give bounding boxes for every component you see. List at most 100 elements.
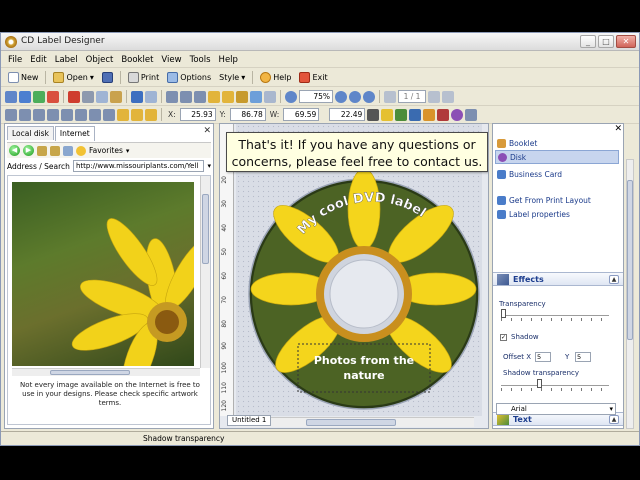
shape-tool-icon[interactable] — [47, 90, 59, 103]
line-color-icon[interactable] — [409, 108, 422, 121]
redo-icon[interactable] — [145, 90, 157, 103]
group-icon[interactable] — [250, 90, 262, 103]
delete-icon[interactable] — [68, 90, 80, 103]
menu-tools[interactable]: Tools — [187, 55, 214, 65]
copy-icon[interactable] — [96, 90, 108, 103]
align-bottom-icon[interactable] — [33, 108, 45, 121]
menu-help[interactable]: Help — [216, 55, 241, 65]
menu-booklet[interactable]: Booklet — [118, 55, 156, 65]
collapse-icon[interactable]: ▲ — [609, 415, 619, 424]
photo-caption-line-1[interactable]: Photos from the — [314, 354, 414, 367]
menu-object[interactable]: Object — [83, 55, 117, 65]
document-tab[interactable]: Untitled 1 — [227, 415, 272, 426]
h-field[interactable]: 22.49 — [329, 108, 366, 121]
label-properties-link[interactable]: Label properties — [495, 207, 619, 221]
lock-icon[interactable] — [236, 90, 248, 103]
maximize-button[interactable]: □ — [598, 35, 614, 48]
align-left-icon[interactable] — [166, 90, 178, 103]
collapse-icon[interactable]: ▲ — [609, 275, 619, 284]
zoom-in-icon[interactable] — [285, 90, 297, 103]
cut-icon[interactable] — [82, 90, 94, 103]
send-back-icon[interactable] — [222, 90, 234, 103]
grid-icon[interactable] — [264, 90, 276, 103]
flower-photo[interactable] — [12, 182, 194, 366]
back-icon[interactable]: ◀ — [9, 145, 20, 156]
image-tool-icon[interactable] — [33, 90, 45, 103]
rotate-icon[interactable] — [75, 108, 87, 121]
image-icon[interactable] — [63, 145, 73, 156]
photo-caption-line-2[interactable]: nature — [343, 369, 384, 382]
offset-y-spinner[interactable]: 5 — [575, 352, 591, 362]
transparency-slider[interactable] — [501, 309, 609, 321]
get-from-print-layout-link[interactable]: Get From Print Layout — [495, 193, 619, 207]
lock-ratio-icon[interactable] — [367, 108, 380, 121]
offset-x-spinner[interactable]: 5 — [535, 352, 551, 362]
menu-view[interactable]: View — [158, 55, 184, 65]
last-page-icon[interactable] — [442, 90, 454, 103]
settings-icon[interactable] — [465, 108, 478, 121]
menu-file[interactable]: File — [5, 55, 25, 65]
menu-label[interactable]: Label — [52, 55, 81, 65]
x-field[interactable]: 25.93 — [179, 108, 216, 121]
distribute-icon[interactable] — [47, 108, 59, 121]
zoom-out-icon[interactable] — [335, 90, 347, 103]
save-button[interactable] — [99, 70, 116, 85]
shadow-transparency-slider[interactable] — [501, 379, 609, 391]
zoom-field[interactable]: 75% — [299, 90, 333, 103]
shadow-checkbox[interactable]: ✓ — [500, 334, 507, 341]
border-icon[interactable] — [131, 108, 143, 121]
effects-icon[interactable] — [437, 108, 450, 121]
text-color-icon[interactable] — [395, 108, 408, 121]
color-icon[interactable] — [117, 108, 129, 121]
tab-local-disk[interactable]: Local disk — [7, 126, 54, 140]
browser-vscroll[interactable] — [200, 176, 210, 368]
close-button[interactable]: ✕ — [616, 35, 636, 48]
text-tool-icon[interactable] — [19, 90, 31, 103]
undo-icon[interactable] — [131, 90, 143, 103]
browser-hscroll[interactable] — [12, 368, 200, 376]
canvas-hscroll[interactable] — [236, 417, 474, 427]
align-right-icon[interactable] — [194, 90, 206, 103]
first-page-icon[interactable] — [384, 90, 396, 103]
stop-icon[interactable] — [37, 145, 47, 156]
arrange-icon[interactable] — [103, 108, 115, 121]
layers-icon[interactable] — [89, 108, 101, 121]
effects-header[interactable]: Effects ▲ — [493, 272, 623, 286]
open-button[interactable]: Open ▾ — [50, 70, 96, 85]
exit-button[interactable]: Exit — [296, 70, 330, 85]
close-icon[interactable]: ✕ — [203, 126, 211, 136]
next-page-icon[interactable] — [428, 90, 440, 103]
page-field[interactable]: 1 / 1 — [398, 90, 426, 103]
tab-internet[interactable]: Internet — [54, 126, 95, 141]
list-item-booklet[interactable]: Booklet — [495, 136, 619, 150]
flip-icon[interactable] — [61, 108, 73, 121]
shadow-icon[interactable] — [145, 108, 157, 121]
paste-icon[interactable] — [110, 90, 122, 103]
print-button[interactable]: Print — [125, 70, 162, 85]
close-icon[interactable]: ✕ — [614, 124, 622, 134]
new-button[interactable]: New — [5, 70, 41, 85]
fill-color-icon[interactable] — [381, 108, 394, 121]
bring-front-icon[interactable] — [208, 90, 220, 103]
help-button[interactable]: Help — [257, 70, 294, 85]
chevron-down-icon[interactable]: ▾ — [207, 162, 211, 170]
zoom-fit-icon[interactable] — [349, 90, 361, 103]
favorites-menu[interactable]: Favorites — [89, 146, 123, 155]
minimize-button[interactable]: _ — [580, 35, 596, 48]
right-panel-scrollbar[interactable] — [626, 159, 634, 429]
address-input[interactable]: http://www.missouriplants.com/Yell — [72, 160, 205, 172]
brush-icon[interactable] — [423, 108, 436, 121]
menu-edit[interactable]: Edit — [27, 55, 49, 65]
align-top-icon[interactable] — [5, 108, 17, 121]
align-middle-icon[interactable] — [19, 108, 31, 121]
disc-icon[interactable] — [451, 108, 464, 121]
style-button[interactable]: Style ▾ — [216, 70, 248, 85]
zoom-width-icon[interactable] — [363, 90, 375, 103]
w-field[interactable]: 69.59 — [283, 108, 320, 121]
font-dropdown[interactable]: Arial ▾ — [496, 403, 616, 415]
options-button[interactable]: Options — [164, 70, 214, 85]
list-item-business-card[interactable]: Business Card — [495, 167, 619, 181]
list-item-disk[interactable]: Disk — [495, 150, 619, 164]
home-icon[interactable] — [50, 145, 60, 156]
forward-icon[interactable]: ▶ — [23, 145, 34, 156]
